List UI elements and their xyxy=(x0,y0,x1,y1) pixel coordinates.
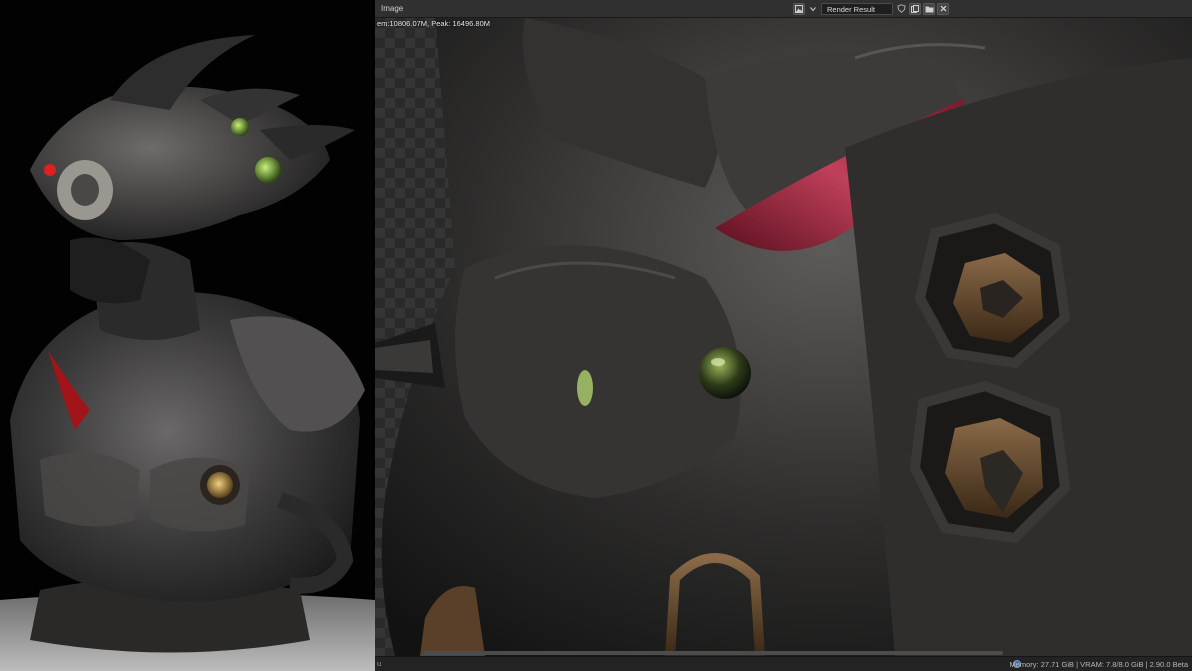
editor-type-label[interactable]: Image xyxy=(381,4,403,13)
image-viewport[interactable] xyxy=(375,18,1192,656)
horizontal-scrollbar[interactable] xyxy=(423,651,1003,655)
chevron-down-icon[interactable] xyxy=(807,3,819,15)
left-render-image xyxy=(0,0,375,671)
render-result-image xyxy=(375,18,1192,656)
close-icon[interactable] xyxy=(937,2,949,15)
shield-icon[interactable] xyxy=(895,3,907,15)
image-name-field[interactable]: Render Result xyxy=(821,2,893,15)
folder-icon[interactable] xyxy=(923,2,935,15)
image-selector-group: Render Result xyxy=(793,2,949,15)
status-left-text: u xyxy=(377,659,382,668)
image-icon[interactable] xyxy=(793,2,805,15)
render-memory-overlay: em:10806.07M, Peak: 16496.80M xyxy=(377,19,490,28)
status-bar: u Memory: 27.71 GiB | VRAM: 7.8/8.0 GiB … xyxy=(375,656,1192,671)
editor-header: Image Render Result xyxy=(375,0,1192,18)
bust-render xyxy=(0,0,375,671)
image-editor: Image Render Result em:10806.07M, Peak: … xyxy=(375,0,1192,671)
status-memory-info: Memory: 27.71 GiB | VRAM: 7.8/8.0 GiB | … xyxy=(1009,660,1188,669)
new-image-icon[interactable] xyxy=(909,2,921,15)
